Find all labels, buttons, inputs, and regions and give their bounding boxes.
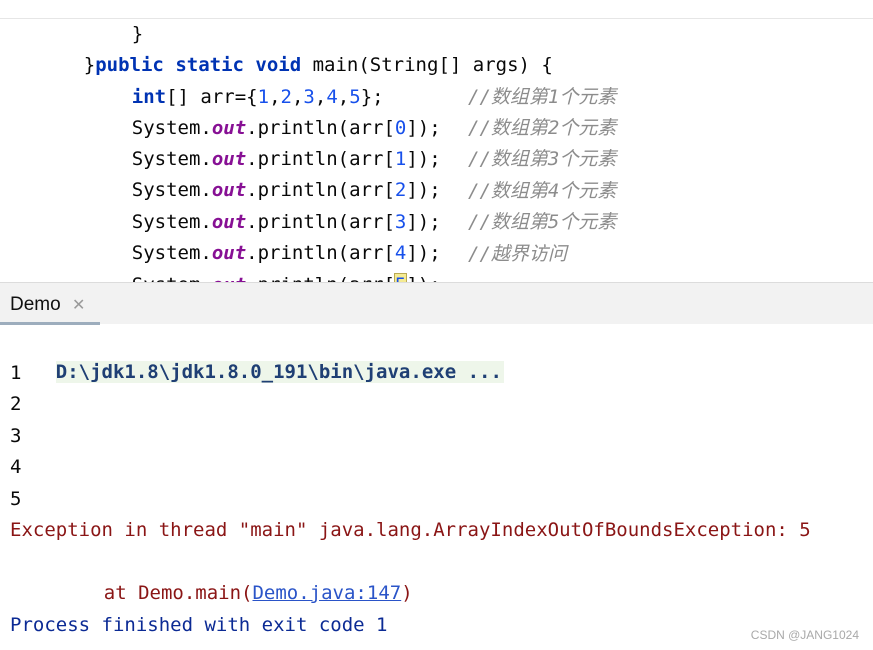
code-line-print-2: System.out.println(arr[2]); [86, 144, 441, 201]
array-index-highlighted: 5 [393, 273, 408, 282]
code-line-print-3: System.out.println(arr[3]); [86, 176, 441, 233]
console-output: 1 [10, 362, 22, 384]
console-output: 3 [10, 425, 22, 447]
stack-at: at Demo.main( [103, 582, 253, 604]
console-output: 4 [10, 456, 22, 478]
code-text: System. [132, 274, 212, 282]
comment: //数组第3个元素 [468, 148, 617, 170]
comment: //数组第2个元素 [468, 117, 617, 139]
close-icon[interactable]: ✕ [72, 295, 85, 314]
code-line-brace: } [86, 0, 143, 45]
comment: //数组第1个元素 [468, 86, 617, 108]
run-tool-window: Demo ✕ D:\jdk1.8\jdk1.8.0_191\bin\java.e… [0, 282, 873, 650]
comment: //数组第4个元素 [468, 180, 617, 202]
code-line-print-0: System.out.println(arr[0]); [86, 82, 441, 139]
exception-message: Exception in thread "main" java.lang.Arr… [10, 519, 811, 541]
field-out: out [212, 274, 246, 282]
source-link[interactable]: Demo.java:147 [252, 582, 401, 604]
tab-label: Demo [10, 294, 61, 315]
tool-tab-strip: Demo ✕ [0, 282, 873, 325]
code-line-print-5: System.out.println(arr[5]); [86, 239, 441, 282]
code-line-print-1: System.out.println(arr[1]); [86, 113, 441, 170]
code-line-main: }public static void main(String[] args) … [38, 19, 553, 76]
stack-close: ) [401, 582, 413, 604]
code-line-array: int[] arr={1,2,3,4,5}; [131, 86, 384, 108]
code-text: ]); [406, 274, 440, 282]
active-tab-indicator [0, 322, 100, 325]
process-finished-message: Process finished with exit code 1 [10, 614, 388, 636]
java-command: D:\jdk1.8\jdk1.8.0_191\bin\java.exe ... [55, 361, 504, 383]
watermark: CSDN @JANG1024 [750, 628, 859, 642]
console-output: 2 [10, 393, 22, 415]
tab-demo[interactable]: Demo ✕ [0, 283, 100, 325]
comment: //数组第5个元素 [468, 211, 617, 233]
comment: //越界访问 [468, 243, 567, 265]
stack-trace-line: at Demo.main(Demo.java:147) [58, 547, 413, 604]
console-command-line: D:\jdk1.8\jdk1.8.0_191\bin\java.exe ... [10, 326, 504, 383]
code-text: .println(arr[ [246, 274, 395, 282]
console-output: 5 [10, 488, 22, 510]
code-editor[interactable]: } }public static void main(String[] args… [0, 0, 873, 282]
code-line-print-4: System.out.println(arr[4]); [86, 207, 441, 264]
